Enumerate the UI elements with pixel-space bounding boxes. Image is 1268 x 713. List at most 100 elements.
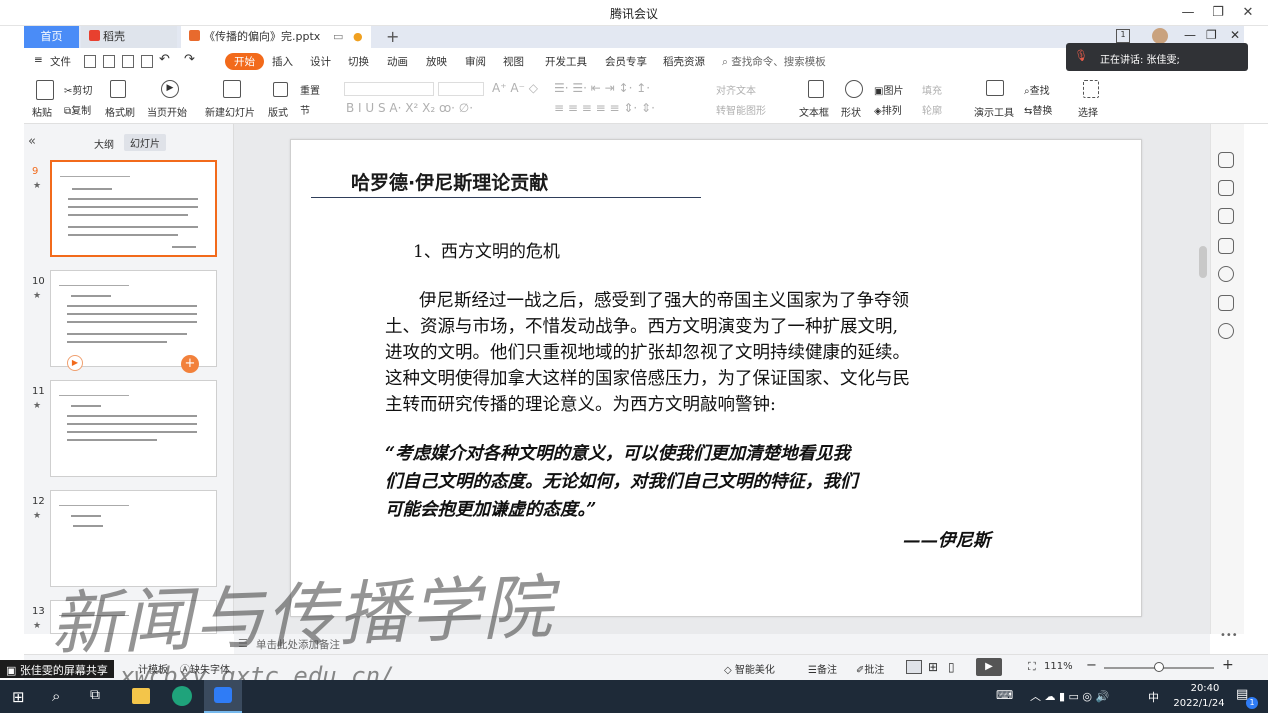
- taskbar-search-icon[interactable]: ⌕: [52, 687, 60, 705]
- smartart-button[interactable]: 转智能图形: [716, 102, 766, 117]
- menu-developer[interactable]: 开发工具: [545, 54, 587, 69]
- edge-browser-icon[interactable]: [172, 686, 192, 706]
- image-button[interactable]: ▣图片: [874, 82, 903, 97]
- outline-button[interactable]: 轮廓: [922, 102, 942, 117]
- clock-time[interactable]: 20:40: [1180, 683, 1230, 694]
- hamburger-icon[interactable]: ≡: [34, 54, 43, 66]
- format-painter-button[interactable]: 格式刷: [105, 104, 135, 119]
- select-button[interactable]: 选择: [1078, 104, 1098, 119]
- textbox-button[interactable]: 文本框: [799, 104, 829, 119]
- zoom-in-icon[interactable]: +: [1222, 657, 1234, 673]
- new-slide-icon[interactable]: [223, 80, 241, 101]
- image-edit-icon[interactable]: [1218, 295, 1234, 311]
- save-icon[interactable]: [84, 55, 96, 68]
- command-search[interactable]: ⌕ 查找命令、搜索模板: [722, 54, 826, 69]
- reset-button[interactable]: 重置: [300, 82, 320, 97]
- cut-button[interactable]: ✂剪切: [64, 82, 92, 97]
- file-explorer-icon[interactable]: [132, 688, 150, 704]
- find-button[interactable]: ⌕查找: [1024, 82, 1050, 97]
- menu-view[interactable]: 视图: [503, 54, 524, 69]
- menu-start[interactable]: 开始: [225, 53, 264, 70]
- print-icon[interactable]: [122, 55, 134, 68]
- paste-button[interactable]: [36, 80, 54, 103]
- menu-member[interactable]: 会员专享: [605, 54, 647, 69]
- help-icon[interactable]: [1218, 266, 1234, 282]
- tab-docer[interactable]: 稻壳: [81, 26, 177, 48]
- tab-home[interactable]: 首页: [24, 26, 79, 48]
- zoom-out-icon[interactable]: −: [1086, 658, 1097, 673]
- app-close-icon[interactable]: ✕: [1230, 28, 1240, 42]
- menu-review[interactable]: 审阅: [465, 54, 486, 69]
- menu-transition[interactable]: 切换: [348, 54, 369, 69]
- slide-thumbnail-10[interactable]: ▶ +: [50, 270, 217, 373]
- notes-toggle-button[interactable]: ☰备注: [808, 661, 837, 676]
- avatar[interactable]: [1152, 28, 1168, 44]
- select-icon[interactable]: [1083, 80, 1099, 101]
- location-icon[interactable]: [1218, 323, 1234, 339]
- layout-icon[interactable]: [273, 82, 288, 100]
- windows-start-icon[interactable]: ⊞: [12, 688, 25, 706]
- replace-button[interactable]: ⇆替换: [1024, 102, 1052, 117]
- menu-file[interactable]: 文件: [50, 54, 71, 69]
- export-pdf-icon[interactable]: [103, 55, 115, 68]
- slide-scrollbar-thumb[interactable]: [1199, 246, 1207, 278]
- slide-thumbnail-11[interactable]: [50, 380, 217, 477]
- font-name-select[interactable]: [344, 82, 434, 96]
- play-icon[interactable]: ▶: [161, 80, 179, 98]
- presentation-tools-button[interactable]: 演示工具: [974, 104, 1014, 119]
- new-slide-button[interactable]: 新建幻灯片: [205, 104, 255, 119]
- minimize-icon[interactable]: —: [1178, 3, 1198, 23]
- fill-button[interactable]: 填充: [922, 82, 942, 97]
- tab-slides[interactable]: 幻灯片: [124, 134, 166, 151]
- menu-docer-resources[interactable]: 稻壳资源: [663, 54, 705, 69]
- shape-icon[interactable]: [845, 80, 863, 98]
- textbox-icon[interactable]: [808, 80, 824, 101]
- format-painter-icon[interactable]: [110, 80, 126, 101]
- play-from-current-button[interactable]: 当页开始: [147, 104, 187, 119]
- redo-icon[interactable]: ↷: [184, 52, 195, 67]
- align-text-button[interactable]: 对齐文本: [716, 82, 756, 97]
- normal-view-icon[interactable]: [906, 660, 922, 674]
- undo-icon[interactable]: ↶: [159, 52, 170, 67]
- copy-button[interactable]: ⧉复制: [64, 102, 91, 117]
- zoom-level[interactable]: 111%: [1044, 661, 1073, 672]
- font-grow-icon[interactable]: A⁺ A⁻ ◇: [492, 81, 538, 95]
- shape-button[interactable]: 形状: [841, 104, 861, 119]
- font-size-select[interactable]: [438, 82, 484, 96]
- current-slide[interactable]: 哈罗德·伊尼斯理论贡献 1、西方文明的危机 伊尼斯经过一战之后，感受到了强大的帝…: [290, 139, 1142, 617]
- monitor-icon[interactable]: ▭: [333, 26, 343, 48]
- align-buttons[interactable]: ≡ ≡ ≡ ≡ ≡ ⇕· ⇕·: [554, 101, 655, 115]
- tencent-meeting-taskbar-button[interactable]: [204, 680, 242, 713]
- menu-slideshow[interactable]: 放映: [426, 54, 447, 69]
- list-buttons[interactable]: ☰· ☰· ⇤ ⇥ ↕· ↥·: [554, 81, 650, 95]
- sliders-icon[interactable]: [1218, 180, 1234, 196]
- paste-label[interactable]: 粘贴: [32, 104, 52, 119]
- menu-design[interactable]: 设计: [310, 54, 331, 69]
- tab-document[interactable]: 《传播的偏向》完.pptx ▭ ●: [181, 26, 371, 48]
- presentation-tools-icon[interactable]: [986, 80, 1004, 99]
- menu-insert[interactable]: 插入: [272, 54, 293, 69]
- more-icon[interactable]: •••: [1220, 630, 1238, 641]
- ime-indicator[interactable]: 中: [1148, 689, 1159, 705]
- new-tab-icon[interactable]: +: [386, 27, 399, 46]
- app-minimize-icon[interactable]: —: [1184, 28, 1196, 42]
- play-slide-icon[interactable]: ▶: [67, 355, 83, 371]
- tray-icons[interactable]: ︿ ☁ ▮ ▭ ◎ 🔊: [1030, 688, 1109, 704]
- menu-animation[interactable]: 动画: [387, 54, 408, 69]
- keyboard-icon[interactable]: ⌨: [996, 688, 1013, 702]
- section-button[interactable]: 节: [300, 102, 310, 117]
- text-style-buttons[interactable]: B I U S A· X² X₂ ꝏ· ∅·: [346, 101, 473, 115]
- window-count-icon[interactable]: 1: [1116, 29, 1130, 43]
- beautify-button[interactable]: ◇ 智能美化: [724, 661, 775, 676]
- layout-button[interactable]: 版式: [268, 104, 288, 119]
- add-slide-icon[interactable]: +: [181, 355, 199, 373]
- task-view-icon[interactable]: ⧉: [90, 687, 100, 703]
- restore-icon[interactable]: ❐: [1208, 3, 1228, 23]
- clock-date[interactable]: 2022/1/24: [1168, 698, 1230, 709]
- print-preview-icon[interactable]: [141, 55, 153, 68]
- close-icon[interactable]: ✕: [1238, 3, 1258, 23]
- star-icon[interactable]: [1218, 208, 1234, 224]
- zoom-slider-handle[interactable]: [1154, 662, 1164, 672]
- reading-view-icon[interactable]: ▯: [948, 660, 955, 674]
- rocket-icon[interactable]: [1218, 152, 1234, 168]
